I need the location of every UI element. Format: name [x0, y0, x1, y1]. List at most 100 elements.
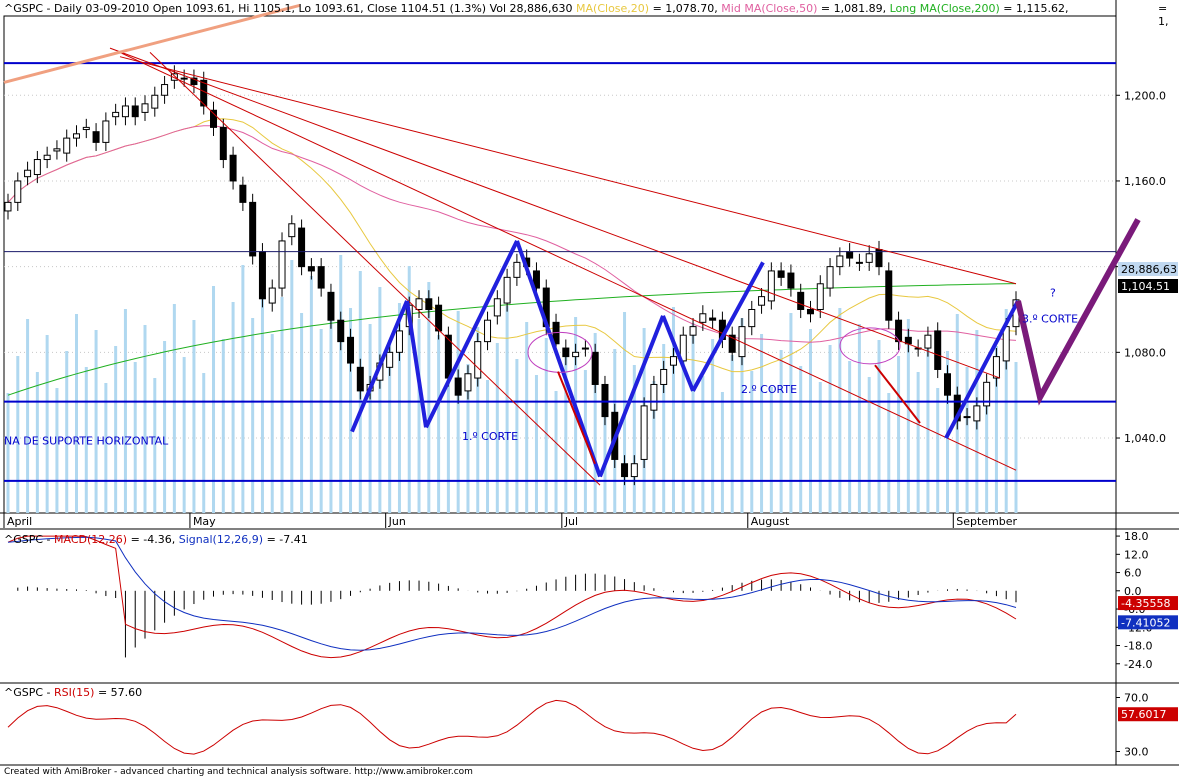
candle-body: [934, 330, 942, 370]
candle-body: [454, 377, 462, 396]
volume-bar: [769, 387, 773, 513]
candle-body: [386, 351, 394, 368]
volume-bar: [114, 346, 118, 513]
candle-body: [826, 266, 834, 289]
candle-body: [699, 313, 707, 323]
header-open: Open 1093.61,: [152, 2, 235, 15]
volume-bar: [260, 281, 264, 513]
rsi-tick-label: 30.0: [1124, 746, 1149, 759]
candle-body: [973, 405, 981, 422]
header-symbol: ^GSPC - Daily 03-09-2010: [4, 2, 150, 15]
candle-body: [229, 154, 237, 182]
volume-bar: [339, 255, 343, 513]
volume-bar: [456, 311, 460, 513]
volume-bar: [730, 355, 734, 513]
candle-body: [307, 266, 315, 272]
candle-body: [112, 111, 120, 118]
candle-body: [63, 137, 71, 154]
candle-body: [777, 270, 785, 278]
volume-bar: [368, 324, 372, 513]
month-tick-label: Jun: [388, 515, 406, 528]
volume-bar: [26, 319, 30, 513]
volume-bar: [848, 361, 852, 513]
rsi-label: RSI(15): [54, 686, 95, 699]
candle-body: [493, 298, 501, 317]
candle-body: [562, 347, 570, 358]
candle-body: [806, 308, 814, 315]
volume-bar: [965, 367, 969, 513]
corte3-label: 3.º CORTE: [1022, 312, 1078, 325]
candle-body: [14, 180, 22, 203]
macd-tick-label: 18.0: [1124, 530, 1149, 543]
rsi-badge-text: 57.6017: [1121, 708, 1167, 721]
macd-label: MACD(12,26): [54, 533, 128, 546]
volume-bar: [319, 329, 323, 513]
macd-tick-label: -18.0: [1124, 640, 1152, 653]
candle-body: [797, 291, 805, 310]
candle-body: [317, 266, 325, 289]
signal-label: Signal(12,26,9): [178, 533, 264, 546]
volume-bar: [6, 393, 10, 513]
candle-body: [816, 283, 824, 310]
signal-value: = -7.41: [266, 533, 308, 546]
zigzag-segment: [661, 315, 695, 392]
header-hi: Hi 1105.1,: [238, 2, 295, 15]
close-badge-text: 1,104.51: [1121, 280, 1170, 293]
candle-body: [395, 330, 403, 353]
month-tick-label: September: [956, 515, 1017, 528]
candle-body: [288, 223, 296, 238]
candle-body: [865, 253, 873, 263]
footer-credit: Created with AmiBroker - advanced charti…: [4, 767, 473, 777]
rsi-line: [7, 699, 1017, 755]
candle-body: [709, 317, 717, 321]
volume-bar: [701, 376, 705, 513]
volume-bar: [290, 260, 294, 513]
header-ma20-value: = 1,078.70,: [652, 2, 718, 15]
volume-bar: [212, 286, 216, 513]
candle-body: [239, 184, 247, 203]
volume-bar: [495, 343, 499, 513]
volume-bar: [417, 319, 421, 513]
volume-bar: [828, 345, 832, 513]
candle-body: [943, 373, 951, 396]
candle-body: [131, 105, 139, 118]
candle-body: [660, 368, 668, 385]
candle-body: [53, 148, 61, 152]
candle-body: [1002, 326, 1010, 362]
projection-line: [1015, 218, 1141, 406]
candle-body: [846, 251, 854, 259]
header-corner: = 1,: [1158, 2, 1169, 28]
candle-body: [484, 319, 492, 343]
volume-bar: [94, 330, 98, 513]
candle-body: [591, 351, 599, 385]
volume-bar: [720, 392, 724, 513]
volume-bar: [309, 276, 313, 513]
volume-bar: [1014, 362, 1018, 513]
volume-bar: [554, 391, 558, 513]
header-ma200-label: Long MA(Close,200): [889, 2, 1000, 15]
header-ma200-value: = 1,115.62,: [1003, 2, 1069, 15]
candle-body: [464, 373, 472, 392]
candle-body: [347, 336, 355, 364]
candle-body: [33, 159, 41, 176]
header-close: Close 1104.51 (1.3%): [367, 2, 487, 15]
chart-canvas: 1,200.01,160.01,120.01,080.01,040.0April…: [0, 0, 1179, 766]
header-lo: Lo 1093.61,: [298, 2, 364, 15]
candle-body: [73, 133, 81, 139]
candle-body: [650, 383, 658, 411]
price-tick-label: 1,040.0: [1124, 432, 1166, 445]
candle-body: [992, 356, 1000, 379]
candle-body: [503, 276, 511, 304]
volume-bar: [544, 338, 548, 513]
candle-body: [425, 298, 433, 310]
candle-body: [581, 347, 589, 350]
macd-prefix: ^GSPC -: [4, 533, 51, 546]
volume-bar: [241, 265, 245, 513]
signal-badge-text: -7.41052: [1121, 616, 1170, 629]
candle-body: [640, 405, 648, 460]
candle-body: [278, 240, 286, 289]
header-ma50-label: Mid MA(Close,50): [721, 2, 818, 15]
candle-body: [572, 351, 580, 358]
candle-body: [92, 131, 100, 143]
candle-body: [689, 326, 697, 336]
